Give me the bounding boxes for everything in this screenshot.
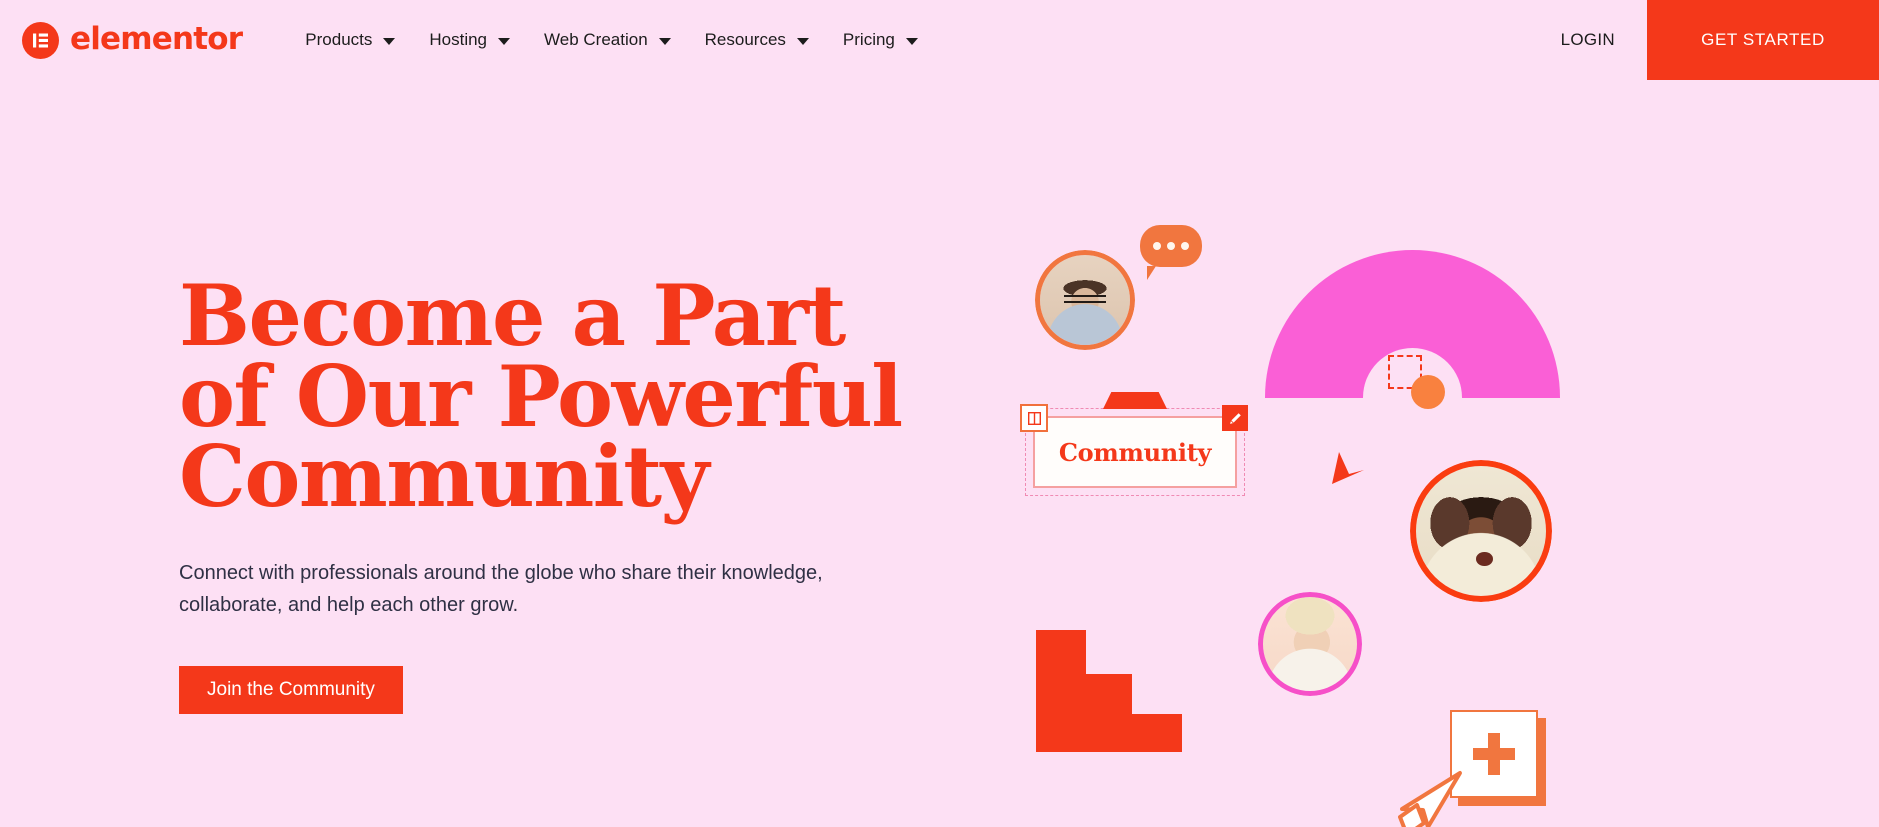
avatar-laughing-woman (1410, 460, 1552, 602)
hero-section: Become a Part of Our Powerful Community … (0, 80, 1879, 827)
chat-bubble-icon (1140, 225, 1202, 280)
community-widget-card[interactable]: Community (1020, 392, 1248, 496)
hero-illustration: Community (1010, 220, 1650, 827)
hero-copy: Become a Part of Our Powerful Community … (179, 266, 903, 714)
typing-dots (1140, 225, 1202, 267)
nav-item-products[interactable]: Products (288, 0, 412, 80)
nav-item-pricing[interactable]: Pricing (826, 0, 935, 80)
staircase-shape (1036, 630, 1182, 752)
chevron-down-icon (498, 37, 511, 45)
typing-dot (1167, 242, 1175, 250)
avatar-bearded-man (1035, 250, 1135, 350)
avatar-ring (1410, 460, 1552, 602)
chevron-down-icon (796, 37, 809, 45)
chevron-down-icon (905, 37, 918, 45)
typing-dot (1153, 242, 1161, 250)
pencil-edit-icon[interactable] (1222, 405, 1248, 431)
avatar-ring (1258, 592, 1362, 696)
nav-item-web-creation[interactable]: Web Creation (527, 0, 688, 80)
nav-item-label: Pricing (842, 30, 895, 49)
main-navigation: Products Hosting Web Creation Resources … (288, 0, 935, 80)
brand-name: elementor (70, 20, 243, 57)
join-the-community-button[interactable]: Join the Community (179, 665, 403, 714)
nav-item-label: Hosting (429, 30, 488, 49)
page-title: Become a Part of Our Powerful Community (179, 266, 903, 527)
get-started-button[interactable]: GET STARTED (1647, 0, 1879, 80)
nav-item-hosting[interactable]: Hosting (412, 0, 527, 80)
headline-line-1: Become a Part (179, 266, 846, 365)
nav-item-resources[interactable]: Resources (688, 0, 826, 80)
chevron-down-icon (383, 37, 396, 45)
avatar-blonde-woman (1258, 592, 1362, 696)
orange-dot-shape (1411, 375, 1445, 409)
headline-line-2: of Our Powerful (179, 346, 903, 446)
widget-tab-handle[interactable] (1103, 392, 1167, 409)
avatar-ring (1035, 250, 1135, 350)
header-actions: LOGIN GET STARTED (1529, 0, 1879, 80)
nav-item-label: Web Creation (544, 30, 648, 49)
triangle-arrow-shape (1328, 450, 1366, 488)
site-header: elementor Products Hosting Web Creation … (0, 0, 1879, 80)
brand-logo-link[interactable]: elementor (22, 0, 243, 80)
nav-item-label: Products (305, 30, 373, 49)
elementor-logo-icon (22, 21, 59, 59)
plus-icon (1473, 733, 1515, 775)
hero-subcopy: Connect with professionals around the gl… (179, 561, 823, 617)
chevron-down-icon (658, 37, 671, 45)
nav-item-label: Resources (704, 30, 786, 49)
mouse-cursor-icon (1398, 765, 1476, 827)
typing-dot (1181, 242, 1189, 250)
columns-layout-icon[interactable] (1020, 404, 1048, 432)
headline-line-3: Community (179, 427, 709, 527)
widget-inner-frame: Community (1033, 416, 1237, 488)
widget-label: Community (1058, 437, 1212, 467)
login-link[interactable]: LOGIN (1529, 0, 1647, 80)
